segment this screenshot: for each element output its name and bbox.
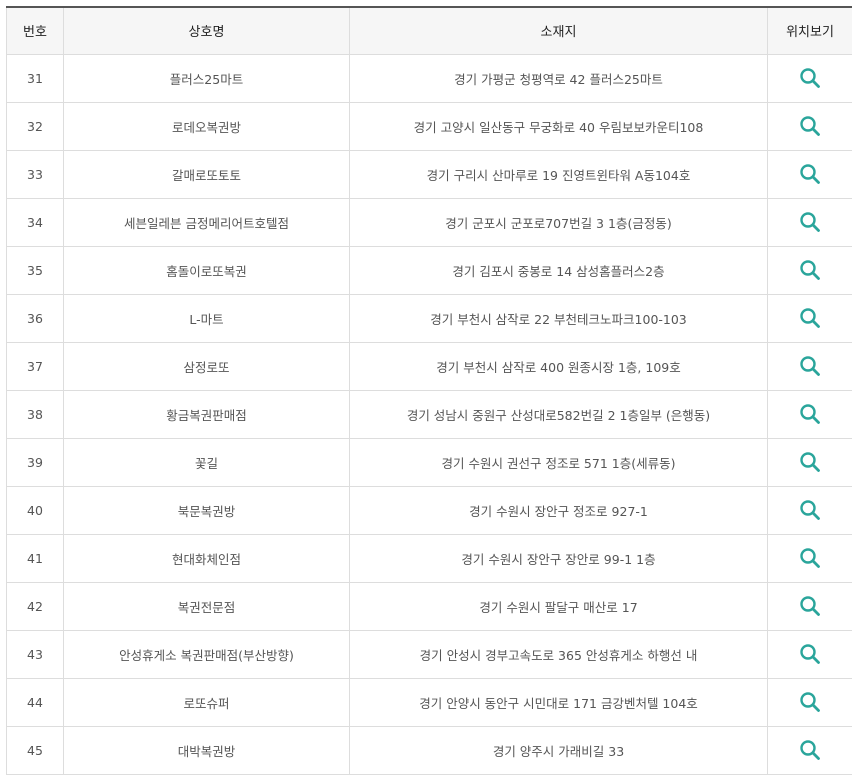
row-location-cell bbox=[767, 102, 852, 151]
row-store-name: 안성휴게소 복권판매점(부산방향) bbox=[63, 630, 350, 679]
table-row: 40 북문복권방 경기 수원시 장안구 정조로 927-1 bbox=[6, 486, 852, 535]
row-location-cell bbox=[767, 246, 852, 295]
row-store-name: 복권전문점 bbox=[63, 582, 350, 631]
table-row: 33 갈매로또토토 경기 구리시 산마루로 19 진영트윈타워 A동104호 bbox=[6, 150, 852, 199]
row-location-cell bbox=[767, 486, 852, 535]
table-row: 43 안성휴게소 복권판매점(부산방향) 경기 안성시 경부고속도로 365 안… bbox=[6, 630, 852, 679]
table-row: 35 홈돌이로또복권 경기 김포시 중봉로 14 삼성홈플러스2층 bbox=[6, 246, 852, 295]
row-address: 경기 안양시 동안구 시민대로 171 금강벤처텔 104호 bbox=[349, 678, 768, 727]
store-list-container: 번호 상호명 소재지 위치보기 31 플러스25마트 경기 가평군 청평역로 4… bbox=[6, 6, 852, 775]
row-store-name: 로데오복권방 bbox=[63, 102, 350, 151]
row-store-name: 대박복권방 bbox=[63, 726, 350, 775]
row-store-name: 로또슈퍼 bbox=[63, 678, 350, 727]
row-store-name: L-마트 bbox=[63, 294, 350, 343]
row-address: 경기 구리시 산마루로 19 진영트윈타워 A동104호 bbox=[349, 150, 768, 199]
row-number: 32 bbox=[6, 102, 64, 151]
row-address: 경기 김포시 중봉로 14 삼성홈플러스2층 bbox=[349, 246, 768, 295]
header-row: 번호 상호명 소재지 위치보기 bbox=[6, 6, 852, 55]
row-store-name: 세븐일레븐 금정메리어트호텔점 bbox=[63, 198, 350, 247]
search-icon[interactable] bbox=[798, 258, 822, 282]
header-location: 위치보기 bbox=[767, 6, 852, 55]
row-store-name: 황금복권판매점 bbox=[63, 390, 350, 439]
row-number: 42 bbox=[6, 582, 64, 631]
row-address: 경기 양주시 가래비길 33 bbox=[349, 726, 768, 775]
table-row: 45 대박복권방 경기 양주시 가래비길 33 bbox=[6, 726, 852, 775]
search-icon[interactable] bbox=[798, 690, 822, 714]
table-row: 41 현대화체인점 경기 수원시 장안구 장안로 99-1 1층 bbox=[6, 534, 852, 583]
row-location-cell bbox=[767, 150, 852, 199]
row-address: 경기 수원시 장안구 장안로 99-1 1층 bbox=[349, 534, 768, 583]
header-store-name: 상호명 bbox=[63, 6, 350, 55]
row-number: 43 bbox=[6, 630, 64, 679]
search-icon[interactable] bbox=[798, 642, 822, 666]
row-number: 44 bbox=[6, 678, 64, 727]
row-number: 38 bbox=[6, 390, 64, 439]
store-table: 번호 상호명 소재지 위치보기 31 플러스25마트 경기 가평군 청평역로 4… bbox=[6, 6, 852, 775]
row-location-cell bbox=[767, 726, 852, 775]
table-row: 31 플러스25마트 경기 가평군 청평역로 42 플러스25마트 bbox=[6, 54, 852, 103]
table-row: 38 황금복권판매점 경기 성남시 중원구 산성대로582번길 2 1층일부 (… bbox=[6, 390, 852, 439]
row-number: 45 bbox=[6, 726, 64, 775]
search-icon[interactable] bbox=[798, 402, 822, 426]
search-icon[interactable] bbox=[798, 306, 822, 330]
row-address: 경기 군포시 군포로707번길 3 1층(금정동) bbox=[349, 198, 768, 247]
table-body: 31 플러스25마트 경기 가평군 청평역로 42 플러스25마트 32 로데오… bbox=[6, 54, 852, 775]
search-icon[interactable] bbox=[798, 738, 822, 762]
row-store-name: 플러스25마트 bbox=[63, 54, 350, 103]
search-icon[interactable] bbox=[798, 594, 822, 618]
row-address: 경기 부천시 삼작로 400 원종시장 1층, 109호 bbox=[349, 342, 768, 391]
row-store-name: 홈돌이로또복권 bbox=[63, 246, 350, 295]
header-number: 번호 bbox=[6, 6, 64, 55]
row-address: 경기 수원시 팔달구 매산로 17 bbox=[349, 582, 768, 631]
table-row: 32 로데오복권방 경기 고양시 일산동구 무궁화로 40 우림보보카운티108 bbox=[6, 102, 852, 151]
row-store-name: 꽃길 bbox=[63, 438, 350, 487]
table-row: 42 복권전문점 경기 수원시 팔달구 매산로 17 bbox=[6, 582, 852, 631]
row-location-cell bbox=[767, 534, 852, 583]
row-address: 경기 성남시 중원구 산성대로582번길 2 1층일부 (은행동) bbox=[349, 390, 768, 439]
row-address: 경기 고양시 일산동구 무궁화로 40 우림보보카운티108 bbox=[349, 102, 768, 151]
row-location-cell bbox=[767, 294, 852, 343]
row-address: 경기 수원시 권선구 정조로 571 1층(세류동) bbox=[349, 438, 768, 487]
row-number: 35 bbox=[6, 246, 64, 295]
table-row: 34 세븐일레븐 금정메리어트호텔점 경기 군포시 군포로707번길 3 1층(… bbox=[6, 198, 852, 247]
row-store-name: 현대화체인점 bbox=[63, 534, 350, 583]
row-number: 39 bbox=[6, 438, 64, 487]
row-store-name: 삼정로또 bbox=[63, 342, 350, 391]
row-address: 경기 안성시 경부고속도로 365 안성휴게소 하행선 내 bbox=[349, 630, 768, 679]
row-location-cell bbox=[767, 582, 852, 631]
search-icon[interactable] bbox=[798, 450, 822, 474]
search-icon[interactable] bbox=[798, 354, 822, 378]
search-icon[interactable] bbox=[798, 498, 822, 522]
row-number: 37 bbox=[6, 342, 64, 391]
row-number: 40 bbox=[6, 486, 64, 535]
row-address: 경기 수원시 장안구 정조로 927-1 bbox=[349, 486, 768, 535]
search-icon[interactable] bbox=[798, 210, 822, 234]
row-location-cell bbox=[767, 630, 852, 679]
table-row: 36 L-마트 경기 부천시 삼작로 22 부천테크노파크100-103 bbox=[6, 294, 852, 343]
row-store-name: 갈매로또토토 bbox=[63, 150, 350, 199]
search-icon[interactable] bbox=[798, 114, 822, 138]
row-location-cell bbox=[767, 390, 852, 439]
row-address: 경기 부천시 삼작로 22 부천테크노파크100-103 bbox=[349, 294, 768, 343]
row-location-cell bbox=[767, 54, 852, 103]
row-number: 33 bbox=[6, 150, 64, 199]
row-number: 31 bbox=[6, 54, 64, 103]
search-icon[interactable] bbox=[798, 546, 822, 570]
row-number: 41 bbox=[6, 534, 64, 583]
table-row: 37 삼정로또 경기 부천시 삼작로 400 원종시장 1층, 109호 bbox=[6, 342, 852, 391]
table-row: 39 꽃길 경기 수원시 권선구 정조로 571 1층(세류동) bbox=[6, 438, 852, 487]
row-address: 경기 가평군 청평역로 42 플러스25마트 bbox=[349, 54, 768, 103]
row-location-cell bbox=[767, 678, 852, 727]
row-location-cell bbox=[767, 438, 852, 487]
row-store-name: 북문복권방 bbox=[63, 486, 350, 535]
table-row: 44 로또슈퍼 경기 안양시 동안구 시민대로 171 금강벤처텔 104호 bbox=[6, 678, 852, 727]
table-header: 번호 상호명 소재지 위치보기 bbox=[6, 6, 852, 55]
header-address: 소재지 bbox=[349, 6, 768, 55]
row-location-cell bbox=[767, 198, 852, 247]
search-icon[interactable] bbox=[798, 66, 822, 90]
search-icon[interactable] bbox=[798, 162, 822, 186]
row-number: 36 bbox=[6, 294, 64, 343]
row-location-cell bbox=[767, 342, 852, 391]
row-number: 34 bbox=[6, 198, 64, 247]
